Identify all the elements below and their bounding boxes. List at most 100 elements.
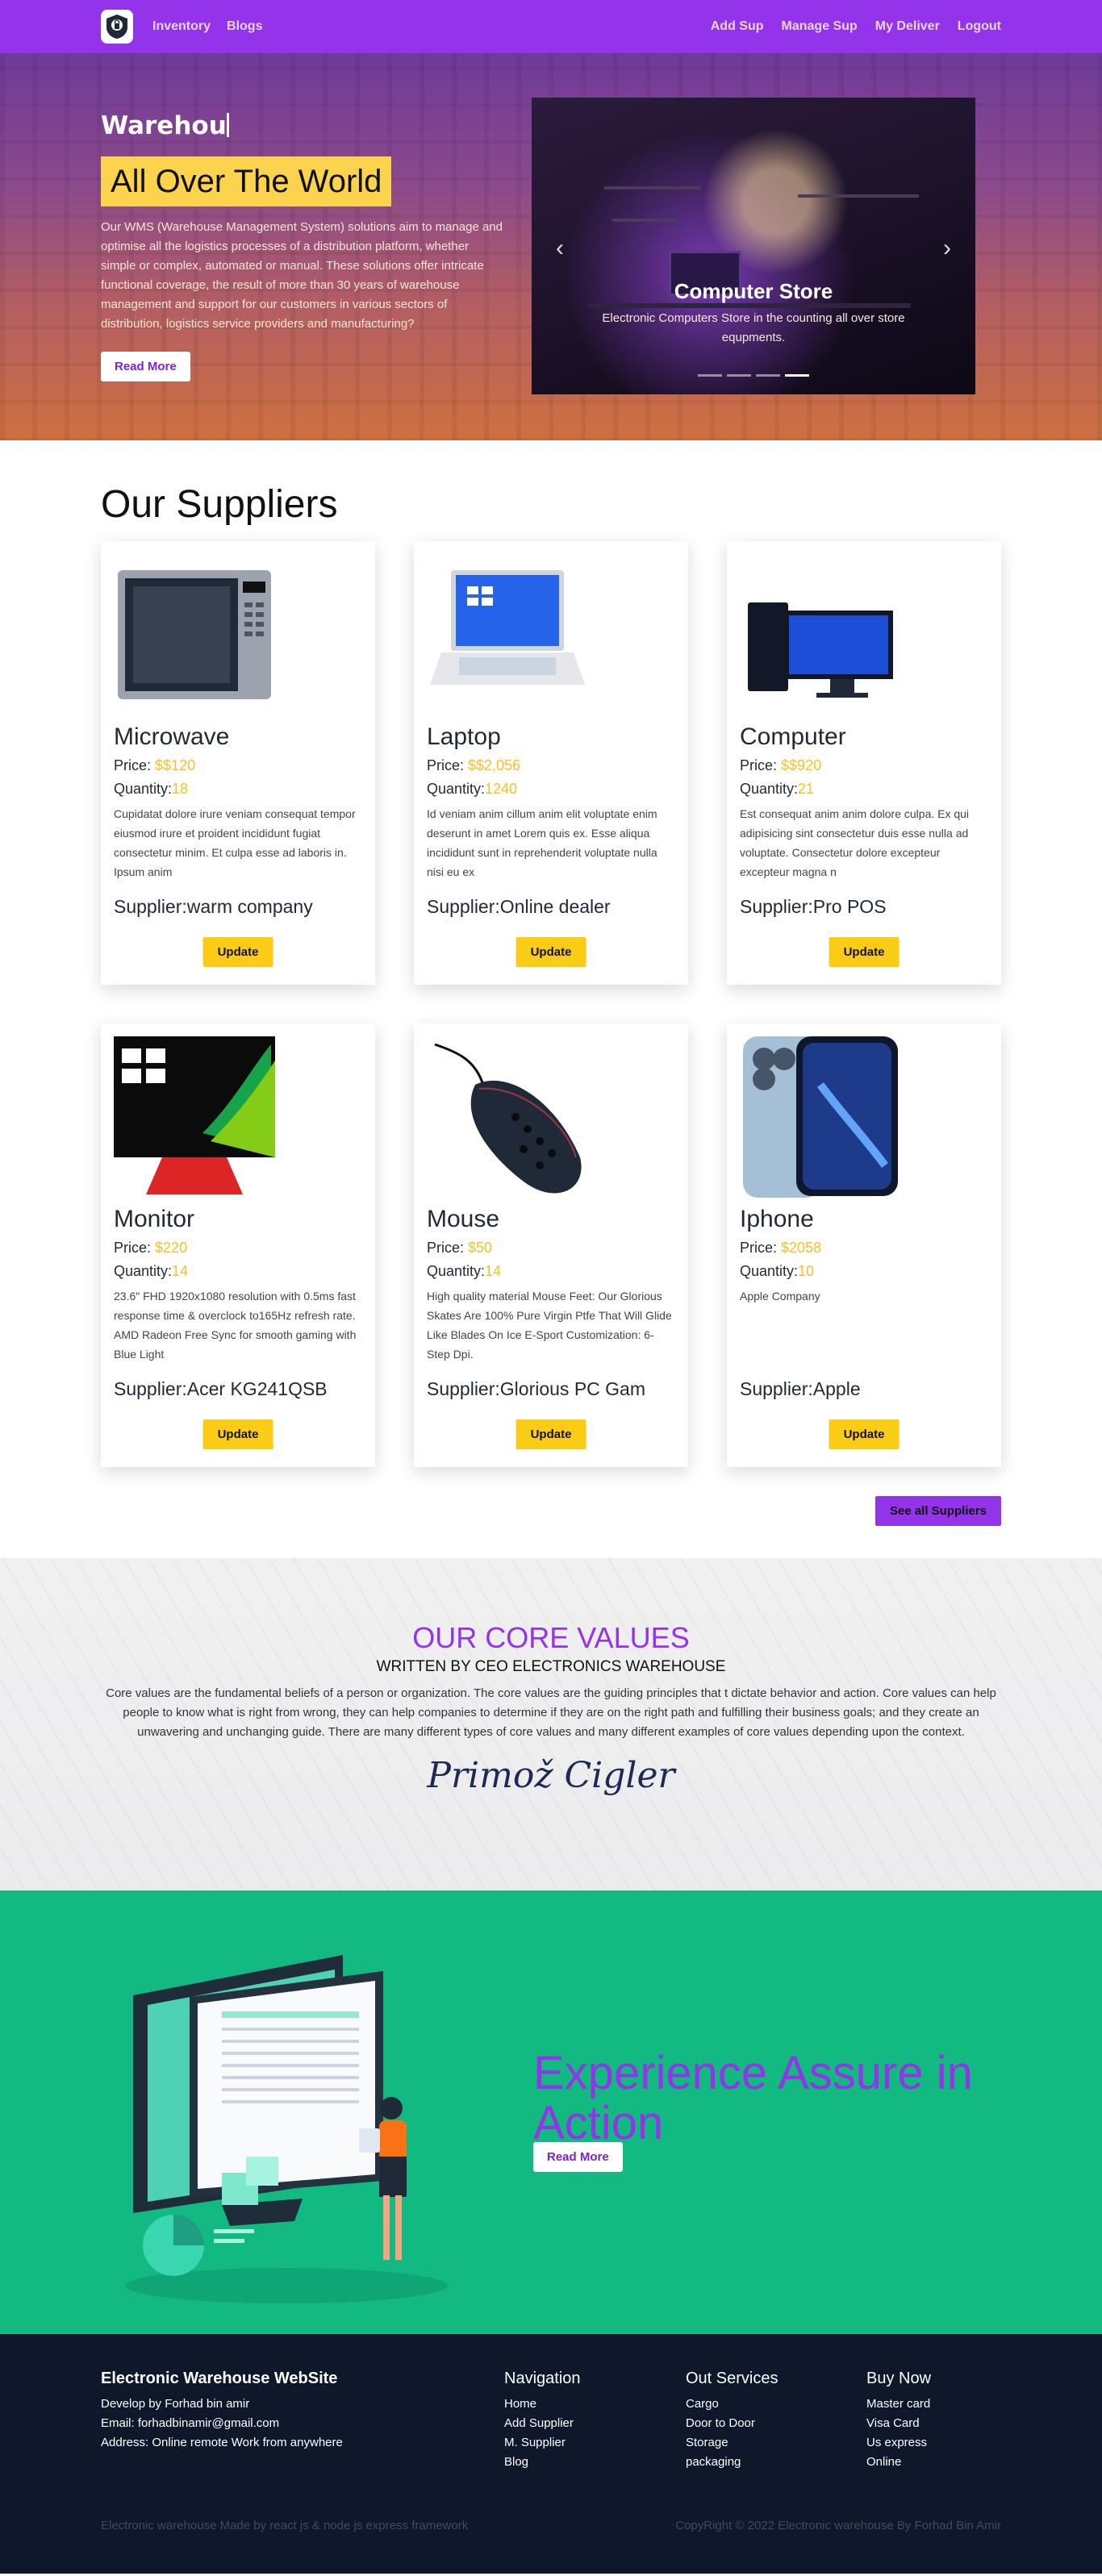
suppliers-grid: Microwave Price: $$120 Quantity:18 Cupidata… (101, 541, 1001, 1467)
product-price: Price: $$2,056 (427, 757, 675, 774)
product-quantity: Quantity:10 (740, 1263, 988, 1280)
footer-link-home[interactable]: Home (504, 2395, 686, 2414)
core-values-body: Core values are the fundamental beliefs … (106, 1686, 996, 1739)
product-name: Laptop (427, 723, 501, 750)
footer: Electronic Warehouse WebSite Develop by … (0, 2334, 1102, 2574)
product-card: Mouse Price: $50 Quantity:14 High quality m… (414, 1023, 688, 1467)
footer-developer: Develop by Forhad bin amir (101, 2397, 250, 2411)
update-button[interactable]: Update (829, 1419, 900, 1449)
product-price: Price: $220 (114, 1240, 362, 1257)
product-name: Computer (740, 723, 846, 750)
nav-link-logout[interactable]: Logout (958, 19, 1001, 34)
price-value: $$120 (155, 757, 196, 773)
nav-link-manage-sup[interactable]: Manage Sup (782, 19, 858, 34)
product-price: Price: $2058 (740, 1240, 988, 1257)
footer-service-item: packaging (686, 2455, 741, 2469)
hero-description: Our WMS (Warehouse Management System) so… (101, 220, 503, 331)
update-button[interactable]: Update (202, 937, 273, 967)
update-button[interactable]: Update (516, 937, 586, 967)
supplier-label: Supplier: (427, 896, 500, 917)
product-image (114, 1036, 275, 1198)
price-value: $220 (155, 1240, 188, 1256)
product-supplier: Supplier:Online dealer (427, 896, 675, 918)
product-image (740, 1036, 901, 1198)
quantity-label: Quantity: (740, 781, 799, 797)
typing-caret (226, 113, 229, 137)
footer-buy-item: Us express (866, 2436, 928, 2449)
product-price: Price: $$120 (114, 757, 362, 774)
product-image (114, 554, 275, 715)
hero-typed-heading: Warehou (101, 111, 504, 140)
footer-buy-item: Master card (866, 2397, 931, 2411)
quantity-value: 18 (172, 781, 189, 797)
quantity-value: 14 (172, 1263, 189, 1279)
quantity-value: 1240 (485, 781, 518, 797)
product-image (427, 1036, 588, 1198)
nav-link-my-deliver[interactable]: My Deliver (875, 19, 940, 34)
hero-tagline: All Over The World (101, 156, 392, 206)
carousel-indicator[interactable] (785, 374, 809, 377)
footer-service-item: Cargo (686, 2397, 719, 2411)
footer-navigation: Navigation Home Add Supplier M. Supplier… (504, 2370, 686, 2472)
update-button[interactable]: Update (202, 1419, 273, 1449)
product-name: Monitor (114, 1206, 195, 1232)
carousel-indicator[interactable] (727, 374, 751, 377)
footer-made-by: Electronic warehouse Made by react js & … (101, 2519, 469, 2532)
hero-read-more-button[interactable]: Read More (101, 352, 190, 381)
product-description: Est consequat anim anim dolore culpa. Ex… (740, 807, 970, 878)
product-image (740, 554, 901, 715)
update-button[interactable]: Update (829, 937, 900, 967)
footer-buy-now: Buy Now Master card Visa Card Us express… (866, 2370, 931, 2472)
hero-text: Warehou All Over The World Our WMS (Ware… (101, 111, 504, 381)
product-description: Apple Company (740, 1290, 820, 1303)
footer-buy-item: Visa Card (866, 2416, 920, 2430)
core-values-title: OUR CORE VALUES (412, 1621, 690, 1654)
footer-services-title: Out Services (686, 2370, 778, 2387)
hero-carousel: ‹ › Computer Store Electronic Computers … (532, 98, 975, 394)
supplier-label: Supplier: (114, 1378, 187, 1399)
hero-typed-text: Warehou (101, 111, 227, 140)
carousel-indicator[interactable] (756, 374, 780, 377)
quantity-value: 14 (485, 1263, 502, 1279)
product-card: Microwave Price: $$120 Quantity:18 Cupidata… (101, 541, 375, 985)
brand-logo-icon[interactable] (101, 10, 133, 44)
supplier-label: Supplier: (427, 1378, 500, 1399)
footer-services: Out Services Cargo Door to Door Storage … (686, 2370, 866, 2472)
ceo-signature: Primož Cigler (427, 1755, 675, 1796)
footer-link-blog[interactable]: Blog (504, 2453, 686, 2472)
suppliers-section: Our Suppliers Microwave Price: $$120 Quant… (0, 440, 1102, 1558)
product-card: Computer Price: $$920 Quantity:21 Est conse… (727, 541, 1001, 985)
update-button[interactable]: Update (516, 1419, 586, 1449)
product-supplier: Supplier:Acer KG241QSB (114, 1378, 362, 1400)
carousel-prev-icon[interactable]: ‹ (556, 235, 564, 262)
carousel-indicator[interactable] (698, 374, 722, 377)
dashboard-illustration (125, 1955, 448, 2303)
product-card: Monitor Price: $220 Quantity:14 23.6" FHD 1… (101, 1023, 375, 1467)
product-supplier: Supplier:Pro POS (740, 896, 988, 918)
experience-section: Experience Assure in Action Read More (0, 1890, 1102, 2334)
nav-link-blogs[interactable]: Blogs (227, 19, 262, 34)
nav-link-add-sup[interactable]: Add Sup (711, 19, 764, 34)
footer-brand: Electronic Warehouse WebSite Develop by … (101, 2370, 504, 2472)
product-description: Id veniam anim cillum anim elit voluptat… (427, 807, 657, 878)
quantity-value: 21 (798, 781, 815, 797)
product-quantity: Quantity:1240 (427, 781, 675, 798)
supplier-label: Supplier: (740, 896, 813, 917)
product-quantity: Quantity:21 (740, 781, 988, 798)
see-all-suppliers-button[interactable]: See all Suppliers (875, 1496, 1001, 1526)
footer-copyright: CopyRight © 2022 Electronic warehouse By… (675, 2519, 1001, 2532)
nav-link-inventory[interactable]: Inventory (152, 19, 211, 34)
footer-link-m-supplier[interactable]: M. Supplier (504, 2433, 686, 2453)
suppliers-title: Our Suppliers (101, 483, 338, 526)
hero-section: Warehou All Over The World Our WMS (Ware… (0, 53, 1102, 440)
footer-link-add-supplier[interactable]: Add Supplier (504, 2414, 686, 2433)
core-values-section: OUR CORE VALUES WRITTEN BY CEO ELECTRONI… (0, 1558, 1102, 1890)
product-name: Mouse (427, 1206, 500, 1232)
product-quantity: Quantity:14 (427, 1263, 675, 1280)
carousel-next-icon[interactable]: › (943, 235, 951, 262)
experience-read-more-button[interactable]: Read More (533, 2142, 623, 2172)
product-description: 23.6" FHD 1920x1080 resolution with 0.5m… (114, 1290, 357, 1361)
supplier-label: Supplier: (114, 896, 187, 917)
price-value: $50 (468, 1240, 493, 1256)
carousel-shelf (612, 219, 677, 222)
